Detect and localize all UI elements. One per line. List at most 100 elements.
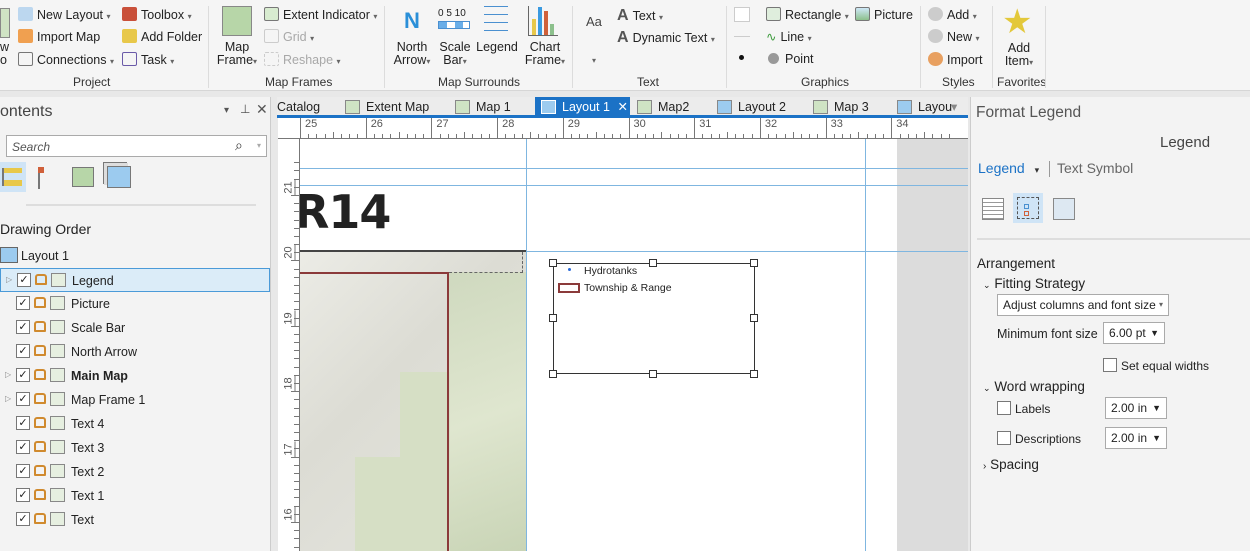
toolbox-button[interactable]: Toolbox ▾ [122,7,192,22]
north-arrow-button[interactable]: North Arrow▾ [390,41,434,68]
selection-handle[interactable] [549,370,557,378]
new-button-label[interactable]: w [0,40,9,54]
contents-item-scale-bar[interactable]: ✓ Scale Bar [0,316,270,340]
selection-handle[interactable] [750,259,758,267]
new-layout-button[interactable]: New Layout ▾ [18,7,111,22]
selection-handle[interactable] [750,314,758,322]
contents-item-map-frame-1[interactable]: ▷ ✓ Map Frame 1 [0,388,270,412]
contents-item-text-4[interactable]: ✓ Text 4 [0,412,270,436]
labels-checkbox[interactable] [997,401,1011,415]
selection-handle[interactable] [649,259,657,267]
point-symbol-swatch[interactable] [739,55,744,60]
line-color-swatch[interactable] [734,36,750,37]
contents-item-text-1[interactable]: ✓ Text 1 [0,484,270,508]
unlock-icon[interactable] [34,369,46,380]
unlock-icon[interactable] [34,393,46,404]
close-icon[interactable]: ✕ [256,101,268,118]
new-button-label2[interactable]: o [0,53,7,67]
text-symbol-tab[interactable]: Text Symbol [1057,160,1133,176]
tab-layout-1[interactable]: Layout 1 ✕ [535,97,630,118]
search-input[interactable]: Search ⌕ ▾ [6,135,267,157]
fitting-strategy-dropdown[interactable]: Adjust columns and font size ▾ [997,294,1169,316]
word-wrapping-expander[interactable]: ⌄ Word wrapping [983,379,1085,394]
picture-button[interactable]: Picture [855,7,913,22]
fitting-strategy-expander[interactable]: ⌄ Fitting Strategy [983,276,1085,291]
main-map-frame[interactable] [300,250,526,551]
text-style-gallery[interactable]: Aa [586,14,602,29]
grid-button[interactable]: Grid ▾ [264,29,314,44]
guide[interactable] [865,139,866,551]
legend-button[interactable]: Legend [476,41,518,54]
unlock-icon[interactable] [35,274,47,285]
contents-item-legend[interactable]: ▷ ✓ Legend [0,268,270,292]
tab-layout-3[interactable]: Layou [897,97,953,118]
rectangle-button[interactable]: Rectangle ▾ [766,7,849,22]
import-style-button[interactable]: Import [928,52,982,67]
unlock-icon[interactable] [34,441,46,452]
tab-layout-2[interactable]: Layout 2 [717,97,786,118]
unlock-icon[interactable] [34,417,46,428]
visibility-checkbox[interactable]: ✓ [16,440,30,454]
text-button[interactable]: A Text ▾ [617,7,663,25]
pane-menu-icon[interactable]: ▾ [224,105,229,116]
legend-items-icon[interactable] [982,198,1004,220]
contents-item-text[interactable]: ✓ Text [0,508,270,532]
unlock-icon[interactable] [34,321,46,332]
visibility-checkbox[interactable]: ✓ [16,488,30,502]
extent-indicator-button[interactable]: Extent Indicator ▾ [264,7,377,22]
visibility-checkbox[interactable]: ✓ [16,296,30,310]
reshape-button[interactable]: Reshape ▾ [264,52,341,67]
task-button[interactable]: Task ▾ [122,52,174,67]
map-frame-button[interactable]: Map Frame▾ [214,41,260,68]
vertical-ruler[interactable]: 21 20 19 18 17 16 [278,139,300,551]
expand-icon[interactable]: ▷ [5,370,11,379]
title-text-element[interactable]: R14 [300,185,391,239]
list-by-layout-icon[interactable] [107,166,131,188]
contents-item-north-arrow[interactable]: ✓ North Arrow [0,340,270,364]
selection-handle[interactable] [549,314,557,322]
guide[interactable] [300,168,968,169]
minimum-font-size-input[interactable]: 6.00 pt ▼ [1103,322,1165,344]
legend-element[interactable]: Hydrotanks Township & Range [553,263,755,374]
labels-width-input[interactable]: 2.00 in ▼ [1105,397,1167,419]
contents-item-text-3[interactable]: ✓ Text 3 [0,436,270,460]
guide[interactable] [526,139,527,551]
expand-icon[interactable]: ▷ [5,394,11,403]
visibility-checkbox[interactable]: ✓ [16,344,30,358]
selection-handle[interactable] [549,259,557,267]
scale-bar-button[interactable]: Scale Bar▾ [436,41,474,68]
expand-icon[interactable]: ▷ [6,275,12,284]
unlock-icon[interactable] [34,465,46,476]
layout-canvas[interactable]: R14 Hydrotanks Township & Range [300,139,968,551]
descriptions-checkbox[interactable] [997,431,1011,445]
equal-widths-checkbox[interactable] [1103,358,1117,372]
selection-handle[interactable] [750,370,758,378]
horizontal-ruler[interactable]: 25 26 27 28 29 30 31 32 33 34 [278,118,968,139]
legend-tab-dropdown[interactable]: Legend ▾ [978,160,1039,176]
contents-item-text-2[interactable]: ✓ Text 2 [0,460,270,484]
spacing-expander[interactable]: › Spacing [983,457,1039,472]
connections-button[interactable]: Connections ▾ [18,52,114,67]
tab-extent-map[interactable]: Extent Map [345,97,429,118]
point-button[interactable]: Point [768,52,814,66]
unlock-icon[interactable] [34,489,46,500]
visibility-checkbox[interactable]: ✓ [16,464,30,478]
new-map-icon[interactable] [0,8,10,38]
unlock-icon[interactable] [34,297,46,308]
unlock-icon[interactable] [34,345,46,356]
close-tab-icon[interactable]: ✕ [617,100,627,114]
visibility-checkbox[interactable]: ✓ [16,368,30,382]
layout-root-item[interactable]: Layout 1 [21,249,69,263]
list-by-drawing-order-button[interactable] [0,162,26,192]
visibility-checkbox[interactable]: ✓ [16,416,30,430]
unlock-icon[interactable] [34,513,46,524]
new-style-button[interactable]: New ▾ [928,29,980,44]
descriptions-width-input[interactable]: 2.00 in ▼ [1105,427,1167,449]
tab-map2[interactable]: Map2 [637,97,689,118]
list-by-selection-icon[interactable] [38,167,56,189]
tab-map-1[interactable]: Map 1 [455,97,511,118]
add-item-button[interactable]: Add Item▾ [998,42,1040,69]
dynamic-text-button[interactable]: A Dynamic Text ▾ [617,29,715,47]
tab-map-3[interactable]: Map 3 [813,97,869,118]
line-button[interactable]: ∿ Line ▾ [766,29,812,44]
